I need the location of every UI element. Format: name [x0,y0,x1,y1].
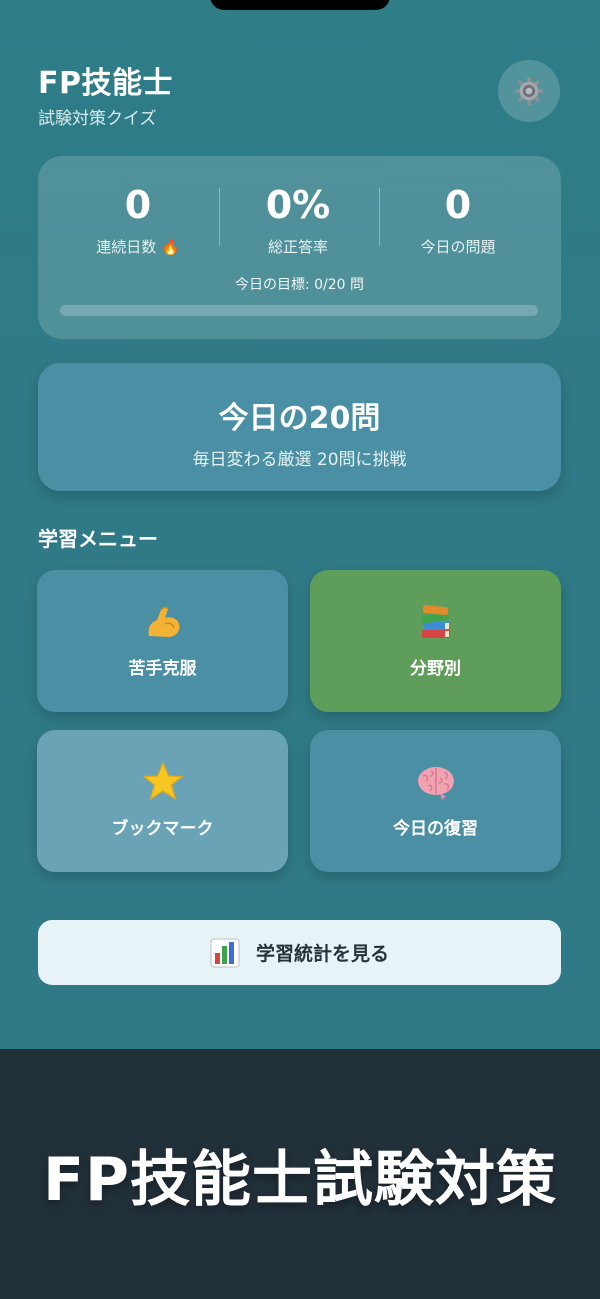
accuracy-stat: 0% 総正答率 [218,182,378,257]
goal-progress-bar [60,305,538,316]
gear-icon [514,76,544,106]
today-value: 0 [444,183,472,227]
daily-quiz-card[interactable]: 今日の20問 毎日変わる厳選 20問に挑戦 [38,363,561,491]
streak-label: 連続日数 🔥 [96,238,180,256]
menu-tile-label: 今日の復習 [393,819,478,839]
view-stats-button[interactable]: 学習統計を見る [38,920,561,985]
bar-chart-icon [210,938,240,967]
books-icon [421,604,450,638]
streak-value: 0 [124,183,152,227]
goal-text: 今日の目標: 0/20 問 [234,277,365,293]
menu-section-title: 学習メニュー [38,527,158,551]
flexed-biceps-icon [147,606,180,637]
menu-tile-label: ブックマーク [111,819,214,839]
today-label: 今日の問題 [420,238,496,256]
menu-tile-review[interactable]: 今日の復習 [310,730,561,872]
view-stats-label: 学習統計を見る [255,943,389,965]
promo-banner: FP技能士試験対策 [0,1049,600,1299]
device-notch [210,0,390,10]
app-subtitle: 試験対策クイズ [38,109,157,129]
accuracy-label: 総正答率 [267,238,328,256]
menu-tile-label: 分野別 [410,659,461,679]
streak-stat: 0 連続日数 🔥 [58,182,218,257]
app-title: FP技能士 [38,66,173,101]
brain-icon [417,767,454,800]
star-icon [141,761,184,801]
promo-banner-text: FP技能士試験対策 [43,1144,557,1215]
daily-quiz-subtitle: 毎日変わる厳選 20問に挑戦 [192,450,407,470]
daily-quiz-title: 今日の20問 [218,401,381,436]
menu-tile-bookmark[interactable]: ブックマーク [37,730,288,872]
menu-tile-weakness[interactable]: 苦手克服 [37,570,288,712]
stats-card: 0 連続日数 🔥 0% 総正答率 0 今日の問題 今日の目標: 0/20 問 [38,156,561,339]
accuracy-value: 0% [265,183,331,227]
settings-button[interactable] [498,60,560,122]
menu-tile-category[interactable]: 分野別 [310,570,561,712]
menu-tile-label: 苦手克服 [128,659,197,679]
app-screen: FP技能士 試験対策クイズ 0 連続日数 🔥 0% 総正答率 0 今日の問題 今… [0,0,600,1049]
today-stat: 0 今日の問題 [378,182,538,257]
